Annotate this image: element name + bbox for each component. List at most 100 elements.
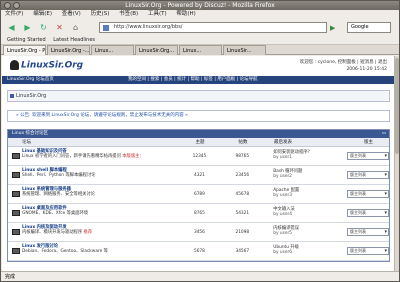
window-title: LinuxSir.Org - Powered by Discuz! - Mozi… bbox=[125, 2, 275, 9]
navigation-toolbar: ◀ ▶ ↻ ✕ ⌂ http://www.linuxsir.org/bbs/ ▶… bbox=[1, 19, 399, 36]
forum-folder-icon bbox=[12, 191, 20, 197]
moderator-select[interactable]: 版主列表 bbox=[347, 171, 389, 179]
logo-text: LinuxSir.Org bbox=[21, 60, 84, 71]
last-post-author[interactable]: by user3 bbox=[273, 193, 292, 198]
user-links[interactable]: 欢迎您 : cyclone, 控制面板 | 短消息 | 退出 bbox=[300, 59, 387, 65]
forum-folder-icon bbox=[12, 172, 20, 178]
moderator-select[interactable]: 版主列表 bbox=[347, 190, 389, 198]
forum-last-post: Ubuntu 升级 by user6 bbox=[267, 242, 347, 260]
search-input[interactable]: Google bbox=[347, 22, 391, 33]
forum-folder-icon bbox=[12, 248, 20, 254]
forum-last-post: Apache 配置 by user3 bbox=[267, 185, 347, 203]
menu-bar: 文件(F) 编辑(E) 查看(V) 历史(S) 书签(B) 工具(T) 帮助(H… bbox=[1, 10, 399, 19]
url-field[interactable]: http://www.linuxsir.org/bbs/ bbox=[99, 22, 327, 33]
menu-view[interactable]: 查看(V) bbox=[62, 11, 81, 17]
current-time: 2006-11-20 15:42 bbox=[346, 67, 387, 72]
site-nav-links[interactable]: 我的空间 | 搜索 | 会员 | 统计 | 帮助 | 标签 | 用户面板 | 论… bbox=[128, 76, 258, 84]
forum-topics: 12345 bbox=[192, 154, 207, 159]
forum-extra: 本版版主： bbox=[122, 154, 144, 159]
col-last-post: 最后发表 bbox=[274, 140, 292, 145]
status-text: 完成 bbox=[5, 274, 16, 280]
site-header: LinuxSir.Org 欢迎您 : cyclone, 控制面板 | 短消息 |… bbox=[2, 56, 395, 76]
forum-extra: 推荐 bbox=[83, 230, 93, 235]
menu-tools[interactable]: 工具(T) bbox=[148, 11, 167, 17]
menu-bookmarks[interactable]: 书签(B) bbox=[119, 11, 138, 17]
forum-posts: 23456 bbox=[235, 173, 250, 178]
col-moderators: 版主 bbox=[364, 140, 373, 145]
announcement[interactable]: » 公告: 欢迎来到 LinuxSir.Org 论坛，请遵守论坛规则，禁止发布与… bbox=[7, 110, 390, 122]
last-post-author[interactable]: by user5 bbox=[273, 231, 292, 236]
forum-description: Linux 初学者的入门问答，新手请先看精华帖再提问 bbox=[22, 154, 121, 159]
title-bar: LinuxSir.Org - Powered by Discuz! - Mozi… bbox=[1, 1, 399, 10]
forum-topics: 6789 bbox=[193, 192, 205, 197]
scrollbar-thumb[interactable] bbox=[395, 58, 399, 154]
table-row: Linux 基础知识及问答 Linux 初学者的入门问答，新手请先看精华帖再提问 … bbox=[8, 147, 389, 166]
forum-last-post: 中文输入法 by user4 bbox=[267, 204, 347, 222]
reload-icon[interactable]: ↻ bbox=[37, 21, 50, 34]
forum-cell: Linux shell 脚本编程 Shell、Perl、Python 等脚本编程讨… bbox=[8, 166, 182, 184]
menu-history[interactable]: 历史(S) bbox=[91, 11, 110, 17]
forum-folder-icon bbox=[12, 153, 20, 159]
category-title[interactable]: Linux 综合讨论区 bbox=[12, 131, 48, 136]
menu-file[interactable]: 文件(F) bbox=[5, 11, 23, 17]
tab-5[interactable]: Linux... bbox=[179, 45, 222, 55]
bookmark-latest-headlines[interactable]: Latest Headlines bbox=[53, 37, 95, 43]
site-nav-bar: LinuxSir.Org 论坛首页 我的空间 | 搜索 | 会员 | 统计 | … bbox=[2, 76, 395, 84]
last-post-author[interactable]: by user2 bbox=[273, 174, 292, 179]
forum-posts: 98765 bbox=[235, 154, 250, 159]
forum-posts: 54321 bbox=[235, 211, 250, 216]
close-window-icon[interactable] bbox=[4, 2, 11, 9]
forum-posts: 21098 bbox=[235, 230, 250, 235]
column-headers: 论坛 主题 帖数 最后发表 版主 bbox=[8, 138, 389, 147]
vertical-scrollbar[interactable] bbox=[394, 56, 399, 273]
breadcrumb[interactable]: LinuxSir.Org bbox=[7, 90, 390, 102]
minimize-window-icon[interactable] bbox=[13, 2, 20, 9]
col-posts: 帖数 bbox=[238, 140, 248, 145]
forum-topics: 8765 bbox=[193, 211, 205, 216]
browser-window: LinuxSir.Org - Powered by Discuz! - Mozi… bbox=[0, 0, 400, 282]
forum-home-link[interactable]: LinuxSir.Org 论坛首页 bbox=[7, 76, 54, 84]
tab-6[interactable]: LinuxSir... bbox=[223, 45, 266, 55]
table-row: Linux 系统管理与服务器 系统管理、网络服务、安全等相关讨论 6789 4567… bbox=[8, 185, 389, 204]
forum-table: Linux 综合讨论区 ▭ 论坛 主题 帖数 最后发表 版主 Linux 基础知… bbox=[7, 129, 390, 262]
stop-icon[interactable]: ✕ bbox=[53, 21, 66, 34]
go-icon[interactable]: ▶ bbox=[330, 23, 340, 33]
forum-cell: Linux 基础知识及问答 Linux 初学者的入门问答，新手请先看精华帖再提问 … bbox=[8, 147, 182, 165]
bookmark-getting-started[interactable]: Getting Started bbox=[7, 37, 46, 43]
moderator-cell: 版主列表 bbox=[347, 204, 389, 222]
page-viewport: LinuxSir.Org 欢迎您 : cyclone, 控制面板 | 短消息 |… bbox=[2, 56, 395, 273]
table-row: Linux 桌面及应用软件 GNOME、KDE、Xfce 等桌面环境 8765 54… bbox=[8, 204, 389, 223]
last-post-author[interactable]: by user1 bbox=[273, 155, 292, 160]
forum-last-post: 如何安装驱动程序? by user1 bbox=[267, 147, 347, 165]
forum-topics: 5678 bbox=[193, 249, 205, 254]
tab-3[interactable]: Linux... bbox=[91, 45, 134, 55]
bookmarks-toolbar: Getting Started Latest Headlines bbox=[1, 36, 399, 45]
last-post-author[interactable]: by user4 bbox=[273, 212, 292, 217]
menu-help[interactable]: 帮助(H) bbox=[176, 11, 195, 17]
collapse-icon[interactable]: ▭ bbox=[382, 130, 386, 138]
moderator-cell: 版主列表 bbox=[347, 185, 389, 203]
moderator-select[interactable]: 版主列表 bbox=[347, 228, 389, 236]
forward-icon[interactable]: ▶ bbox=[21, 21, 34, 34]
back-icon[interactable]: ◀ bbox=[5, 21, 18, 34]
moderator-cell: 版主列表 bbox=[347, 166, 389, 184]
table-row: Linux 内核及驱动开发 内核编译、模块开发与驱动程序 推荐 3456 21098 内… bbox=[8, 223, 389, 242]
moderator-select[interactable]: 版主列表 bbox=[347, 152, 389, 160]
menu-edit[interactable]: 编辑(E) bbox=[33, 11, 52, 17]
forum-topics: 3456 bbox=[193, 230, 205, 235]
moderator-select[interactable]: 版主列表 bbox=[347, 209, 389, 217]
tab-2[interactable]: LinuxSir.Org -... bbox=[47, 45, 90, 55]
site-logo[interactable]: LinuxSir.Org bbox=[10, 60, 83, 71]
last-post-author[interactable]: by user6 bbox=[273, 250, 292, 255]
tab-4[interactable]: LinuxSir.Org... bbox=[135, 45, 178, 55]
tab-1[interactable]: LinuxSir.Org - P... bbox=[3, 45, 46, 55]
forum-cell: Linux 系统管理与服务器 系统管理、网络服务、安全等相关讨论 bbox=[8, 185, 182, 203]
status-bar: 完成 bbox=[1, 271, 399, 281]
forum-cell: Linux 桌面及应用软件 GNOME、KDE、Xfce 等桌面环境 bbox=[8, 204, 182, 222]
moderator-select[interactable]: 版主列表 bbox=[347, 247, 389, 255]
home-icon[interactable]: ⌂ bbox=[69, 21, 82, 34]
col-topics: 主题 bbox=[195, 140, 205, 145]
forum-folder-icon bbox=[12, 210, 20, 216]
forum-description: GNOME、KDE、Xfce 等桌面环境 bbox=[22, 211, 89, 216]
category-header: Linux 综合讨论区 ▭ bbox=[8, 130, 389, 138]
